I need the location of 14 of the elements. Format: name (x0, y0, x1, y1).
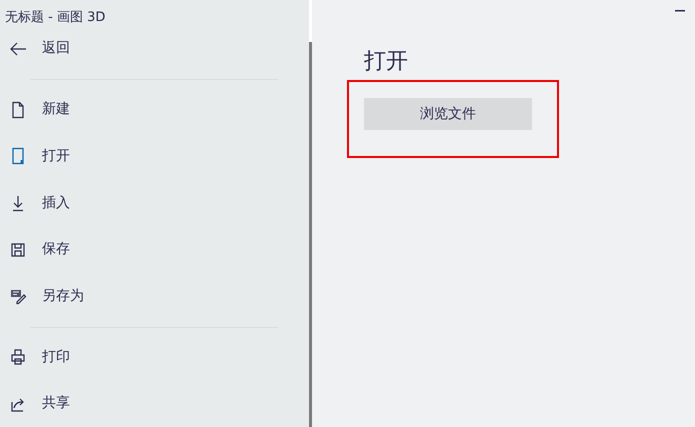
minimize-icon (675, 10, 685, 12)
browse-files-button[interactable]: 浏览文件 (364, 98, 532, 130)
window-title: 无标题 - 画图 3D (5, 10, 106, 25)
menu-item[interactable]: 共享 (0, 380, 309, 427)
menu-item[interactable]: 插入 (0, 180, 309, 226)
menu-item[interactable]: 保存 (0, 226, 309, 274)
page-heading: 打开 (364, 48, 409, 76)
menu-item[interactable]: 另存为 (0, 273, 309, 320)
menu-item[interactable]: 新建 (0, 86, 309, 134)
menu-item[interactable]: 打开 (0, 133, 309, 180)
back-icon (9, 40, 27, 58)
back-button[interactable]: 返回 (0, 31, 309, 66)
scroll-bar[interactable] (309, 42, 312, 427)
menu-item[interactable]: 打印 (0, 334, 309, 380)
